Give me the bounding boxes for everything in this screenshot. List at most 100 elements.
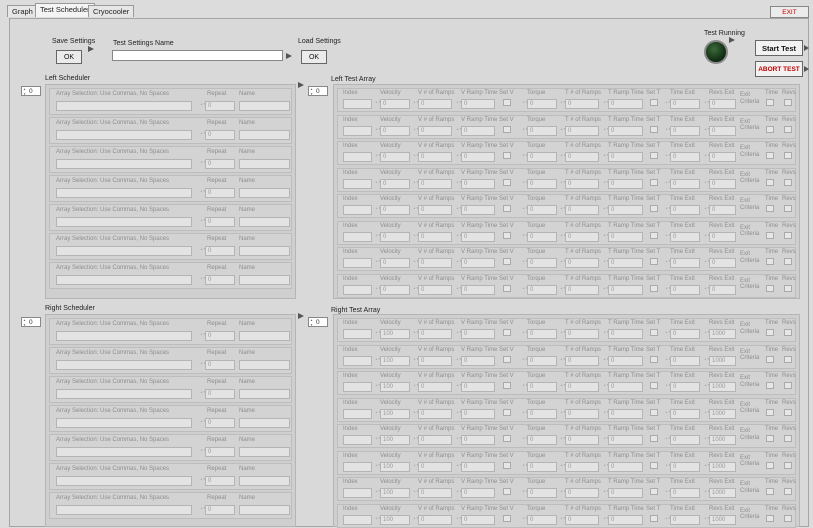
repeat-spin-icon[interactable]: ▲▼: [200, 332, 206, 341]
revs-exit-input[interactable]: 1000: [709, 514, 736, 525]
v-ramp-time-input[interactable]: 0: [461, 258, 495, 268]
t-ramp-time-spin-icon[interactable]: ▲▼: [603, 489, 609, 498]
v-ramps-spin-icon[interactable]: ▲▼: [413, 286, 419, 295]
time-exit-spin-icon[interactable]: ▲▼: [665, 516, 671, 525]
set-t-checkbox[interactable]: [650, 382, 658, 389]
time-exit-spin-icon[interactable]: ▲▼: [665, 259, 671, 268]
time-exit-input[interactable]: 0: [670, 329, 700, 339]
index-input[interactable]: [343, 125, 372, 136]
t-ramp-time-input[interactable]: 0: [608, 284, 643, 295]
t-ramps-spin-icon[interactable]: ▲▼: [560, 233, 566, 242]
v-ramps-input[interactable]: 0: [418, 125, 452, 136]
time-exit-input[interactable]: 0: [670, 231, 700, 242]
torque-input[interactable]: 0: [527, 231, 557, 242]
repeat-spin-icon[interactable]: ▲▼: [200, 218, 206, 227]
time-exit-input[interactable]: 0: [670, 178, 700, 189]
repeat-input[interactable]: 0: [205, 476, 235, 486]
t-ramp-time-input[interactable]: 0: [608, 99, 643, 109]
time-checkbox[interactable]: [766, 178, 774, 186]
time-exit-spin-icon[interactable]: ▲▼: [665, 127, 671, 136]
tab-cryocooler[interactable]: Cryocooler: [88, 5, 135, 17]
velocity-spin-icon[interactable]: ▲▼: [375, 463, 381, 472]
velocity-input[interactable]: 0: [380, 205, 410, 215]
set-v-checkbox[interactable]: [503, 488, 511, 495]
v-ramp-time-input[interactable]: 0: [461, 329, 495, 339]
revs-exit-spin-icon[interactable]: ▲▼: [704, 127, 710, 136]
revs-exit-spin-icon[interactable]: ▲▼: [704, 357, 710, 366]
revs-exit-input[interactable]: 1000: [709, 435, 736, 445]
torque-spin-icon[interactable]: ▲▼: [522, 127, 528, 136]
name-input[interactable]: [239, 275, 290, 285]
time-exit-input[interactable]: 0: [670, 152, 700, 162]
v-ramp-time-spin-icon[interactable]: ▲▼: [456, 206, 462, 215]
revs-checkbox[interactable]: [784, 435, 792, 442]
set-t-checkbox[interactable]: [650, 355, 658, 363]
v-ramps-spin-icon[interactable]: ▲▼: [413, 463, 419, 472]
revs-checkbox[interactable]: [784, 178, 792, 186]
t-ramps-input[interactable]: 0: [565, 205, 599, 215]
time-checkbox[interactable]: [766, 125, 774, 133]
time-exit-spin-icon[interactable]: ▲▼: [665, 233, 671, 242]
t-ramps-input[interactable]: 0: [565, 231, 599, 242]
time-exit-input[interactable]: 0: [670, 99, 700, 109]
name-input[interactable]: [239, 418, 290, 428]
revs-exit-spin-icon[interactable]: ▲▼: [704, 233, 710, 242]
v-ramps-input[interactable]: 0: [418, 355, 452, 366]
v-ramp-time-input[interactable]: 0: [461, 152, 495, 162]
t-ramps-spin-icon[interactable]: ▲▼: [560, 463, 566, 472]
repeat-spin-icon[interactable]: ▲▼: [200, 448, 206, 457]
t-ramp-time-spin-icon[interactable]: ▲▼: [603, 330, 609, 339]
t-ramp-time-spin-icon[interactable]: ▲▼: [603, 436, 609, 445]
v-ramps-input[interactable]: 0: [418, 258, 452, 268]
time-exit-spin-icon[interactable]: ▲▼: [665, 410, 671, 419]
velocity-input[interactable]: 100: [380, 435, 410, 445]
revs-exit-spin-icon[interactable]: ▲▼: [704, 489, 710, 498]
repeat-spin-icon[interactable]: ▲▼: [200, 506, 206, 515]
time-exit-input[interactable]: 0: [670, 284, 700, 295]
v-ramp-time-input[interactable]: 0: [461, 461, 495, 472]
t-ramp-time-input[interactable]: 0: [608, 205, 643, 215]
v-ramp-time-spin-icon[interactable]: ▲▼: [456, 127, 462, 136]
array-selection-input[interactable]: [56, 505, 192, 515]
v-ramp-time-input[interactable]: 0: [461, 178, 495, 189]
time-checkbox[interactable]: [766, 258, 774, 265]
index-input[interactable]: [343, 514, 372, 525]
set-v-checkbox[interactable]: [503, 329, 511, 336]
repeat-spin-icon[interactable]: ▲▼: [200, 189, 206, 198]
repeat-spin-icon[interactable]: ▲▼: [200, 131, 206, 140]
t-ramps-input[interactable]: 0: [565, 355, 599, 366]
v-ramp-time-input[interactable]: 0: [461, 435, 495, 445]
t-ramps-spin-icon[interactable]: ▲▼: [560, 127, 566, 136]
torque-spin-icon[interactable]: ▲▼: [522, 489, 528, 498]
t-ramps-input[interactable]: 0: [565, 408, 599, 419]
torque-spin-icon[interactable]: ▲▼: [522, 463, 528, 472]
t-ramps-input[interactable]: 0: [565, 461, 599, 472]
time-exit-spin-icon[interactable]: ▲▼: [665, 489, 671, 498]
revs-exit-spin-icon[interactable]: ▲▼: [704, 286, 710, 295]
index-input[interactable]: [343, 435, 372, 445]
set-t-checkbox[interactable]: [650, 329, 658, 336]
time-checkbox[interactable]: [766, 355, 774, 363]
v-ramps-input[interactable]: 0: [418, 178, 452, 189]
v-ramps-spin-icon[interactable]: ▲▼: [413, 330, 419, 339]
v-ramp-time-input[interactable]: 0: [461, 514, 495, 525]
v-ramps-input[interactable]: 0: [418, 205, 452, 215]
time-exit-input[interactable]: 0: [670, 125, 700, 136]
v-ramp-time-input[interactable]: 0: [461, 382, 495, 392]
v-ramp-time-spin-icon[interactable]: ▲▼: [456, 259, 462, 268]
torque-input[interactable]: 0: [527, 488, 557, 498]
revs-exit-input[interactable]: 1000: [709, 408, 736, 419]
velocity-spin-icon[interactable]: ▲▼: [375, 233, 381, 242]
array-selection-input[interactable]: [56, 159, 192, 169]
v-ramps-input[interactable]: 0: [418, 382, 452, 392]
set-t-checkbox[interactable]: [650, 99, 658, 106]
v-ramp-time-input[interactable]: 0: [461, 355, 495, 366]
tab-test-scheduler[interactable]: Test Scheduler: [35, 3, 95, 17]
t-ramps-input[interactable]: 0: [565, 125, 599, 136]
set-v-checkbox[interactable]: [503, 355, 511, 363]
v-ramp-time-spin-icon[interactable]: ▲▼: [456, 516, 462, 525]
velocity-input[interactable]: 100: [380, 329, 410, 339]
repeat-input[interactable]: 0: [205, 188, 235, 198]
revs-exit-spin-icon[interactable]: ▲▼: [704, 330, 710, 339]
revs-checkbox[interactable]: [784, 408, 792, 416]
